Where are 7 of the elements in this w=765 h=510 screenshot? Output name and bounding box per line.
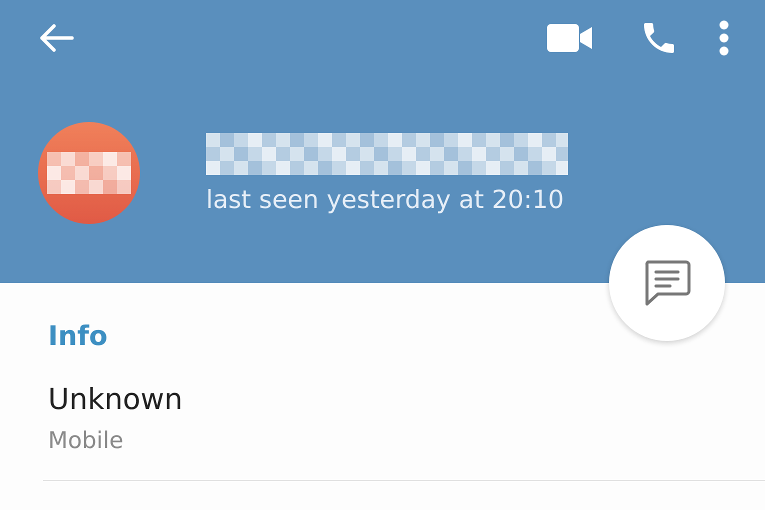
video-camera-icon[interactable]	[547, 24, 593, 52]
section-heading: Info	[48, 321, 109, 352]
more-options-icon[interactable]	[719, 20, 729, 56]
phone-label: Mobile	[48, 428, 124, 454]
last-seen-status: last seen yesterday at 20:10	[206, 184, 565, 214]
phone-value: Unknown	[48, 382, 184, 416]
back-arrow-icon[interactable]	[38, 23, 74, 53]
